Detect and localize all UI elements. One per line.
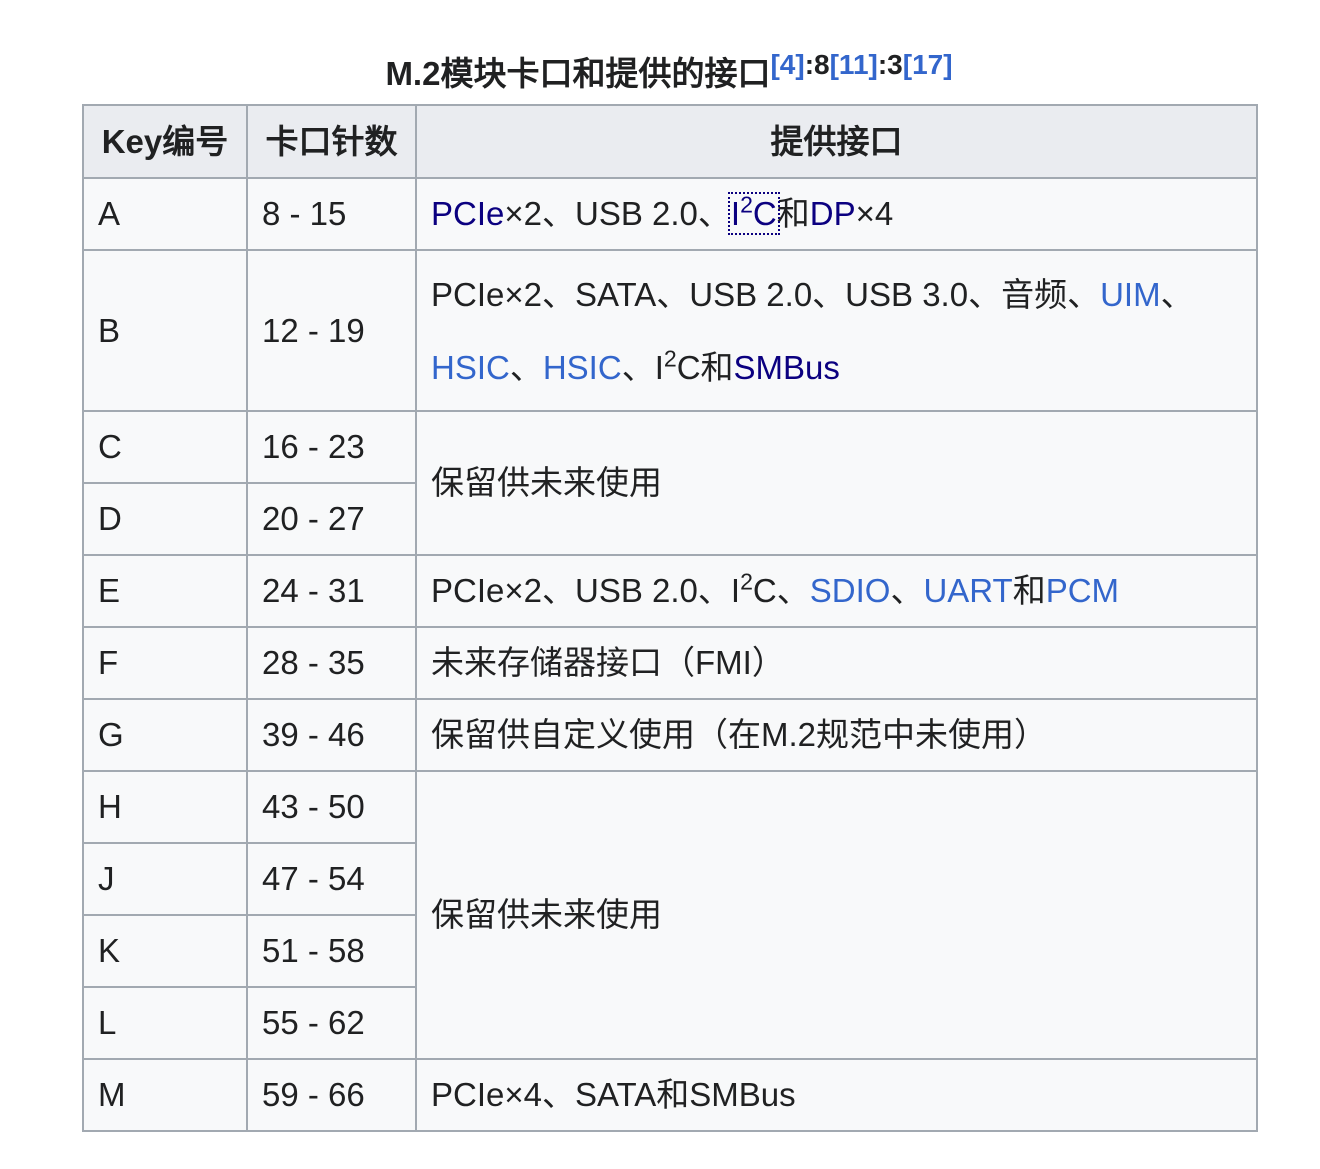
interface-text: 、 [890, 572, 924, 609]
uart-link[interactable]: UART [923, 572, 1012, 609]
interface-text: ×2、USB 2.0、 [504, 195, 731, 232]
table-row: F 28 - 35 未来存储器接口（FMI） [82, 626, 1258, 700]
interfaces-cell: 保留供未来使用 [415, 410, 1258, 556]
pins-cell: 8 - 15 [246, 177, 417, 251]
caption-references: [4]:8[11]:3[17] [770, 49, 952, 80]
interface-text: C、 [752, 572, 810, 609]
header-pins: 卡口针数 [246, 104, 417, 179]
pcie-link[interactable]: PCIe [431, 195, 504, 232]
key-cell: C [82, 410, 248, 484]
pins-cell: 55 - 62 [246, 986, 417, 1060]
table-row: E 24 - 31 PCIe×2、USB 2.0、I2C、SDIO、UART和P… [82, 554, 1258, 628]
hsic-link[interactable]: HSIC [431, 349, 510, 386]
interface-text: 、I [621, 348, 664, 386]
pins-cell: 43 - 50 [246, 770, 417, 844]
pcm-link[interactable]: PCM [1046, 572, 1119, 609]
header-interfaces: 提供接口 [415, 104, 1258, 179]
key-cell: F [82, 626, 248, 700]
hsic-link[interactable]: HSIC [543, 349, 622, 386]
pins-cell: 39 - 46 [246, 698, 417, 772]
interfaces-cell: PCIe×2、USB 2.0、I2C、SDIO、UART和PCM [415, 554, 1258, 628]
interface-text: 和 [776, 195, 810, 232]
reference-link[interactable]: [4] [770, 49, 804, 80]
table-row: H 43 - 50 保留供未来使用 [82, 770, 1258, 1060]
table-row: M 59 - 66 PCIe×4、SATA和SMBus [82, 1058, 1258, 1132]
key-cell: G [82, 698, 248, 772]
interface-text: 、 [1160, 275, 1194, 313]
reference-link[interactable]: [17] [903, 49, 953, 80]
smbus-link[interactable]: SMBus [734, 349, 840, 386]
interfaces-cell: PCIe×2、USB 2.0、I2C和DP×4 [415, 177, 1258, 251]
interface-text: PCIe×2、USB 2.0、I [431, 572, 741, 609]
i2c-link[interactable]: I2C [727, 192, 780, 235]
pins-cell: 12 - 19 [246, 249, 417, 412]
table-row: A 8 - 15 PCIe×2、USB 2.0、I2C和DP×4 [82, 177, 1258, 251]
reference-page: :3 [877, 49, 903, 80]
interfaces-cell: 保留供未来使用 [415, 770, 1258, 1060]
key-cell: B [82, 249, 248, 412]
i2c-link-text: C [752, 195, 777, 232]
header-key: Key编号 [82, 104, 248, 179]
pins-cell: 16 - 23 [246, 410, 417, 484]
key-cell: L [82, 986, 248, 1060]
key-cell: J [82, 842, 248, 916]
superscript: 2 [740, 568, 753, 595]
superscript: 2 [663, 344, 677, 371]
interfaces-cell: 保留供自定义使用（在M.2规范中未使用） [415, 698, 1258, 772]
key-cell: M [82, 1058, 248, 1132]
reference-link[interactable]: [11] [830, 49, 878, 80]
sdio-link[interactable]: SDIO [810, 572, 891, 609]
interface-text: 和 [1012, 572, 1046, 609]
pins-cell: 20 - 27 [246, 482, 417, 556]
interfaces-cell: PCIe×4、SATA和SMBus [415, 1058, 1258, 1132]
key-cell: D [82, 482, 248, 556]
reference-page: :8 [804, 49, 830, 80]
caption-title: M.2模块卡口和提供的接口 [385, 55, 771, 92]
table-row: C 16 - 23 保留供未来使用 [82, 410, 1258, 556]
key-cell: K [82, 914, 248, 988]
interface-text: PCIe×2、SATA、USB 2.0、USB 3.0、音频、 [431, 275, 1101, 313]
key-cell: A [82, 177, 248, 251]
table-row: B 12 - 19 PCIe×2、SATA、USB 2.0、USB 3.0、音频… [82, 249, 1258, 412]
table-row: G 39 - 46 保留供自定义使用（在M.2规范中未使用） [82, 698, 1258, 772]
uim-link[interactable]: UIM [1100, 276, 1161, 313]
dp-link[interactable]: DP [810, 195, 856, 232]
interface-text: ×4 [855, 195, 894, 232]
i2c-link-text: I [730, 195, 741, 232]
interface-text: 、 [509, 348, 543, 386]
table-caption: M.2模块卡口和提供的接口[4]:8[11]:3[17] [82, 44, 1256, 104]
interfaces-cell: 未来存储器接口（FMI） [415, 626, 1258, 700]
key-cell: H [82, 770, 248, 844]
pins-cell: 47 - 54 [246, 842, 417, 916]
interfaces-cell: PCIe×2、SATA、USB 2.0、USB 3.0、音频、UIM、 HSIC、… [415, 249, 1258, 412]
pins-cell: 51 - 58 [246, 914, 417, 988]
m2-keys-table: Key编号 卡口针数 提供接口 A 8 - 15 PCIe×2、USB 2.0、… [82, 104, 1258, 1132]
header-row: Key编号 卡口针数 提供接口 [82, 104, 1258, 179]
pins-cell: 28 - 35 [246, 626, 417, 700]
pins-cell: 24 - 31 [246, 554, 417, 628]
pins-cell: 59 - 66 [246, 1058, 417, 1132]
key-cell: E [82, 554, 248, 628]
superscript: 2 [740, 191, 753, 218]
interface-text: C和 [676, 348, 734, 386]
